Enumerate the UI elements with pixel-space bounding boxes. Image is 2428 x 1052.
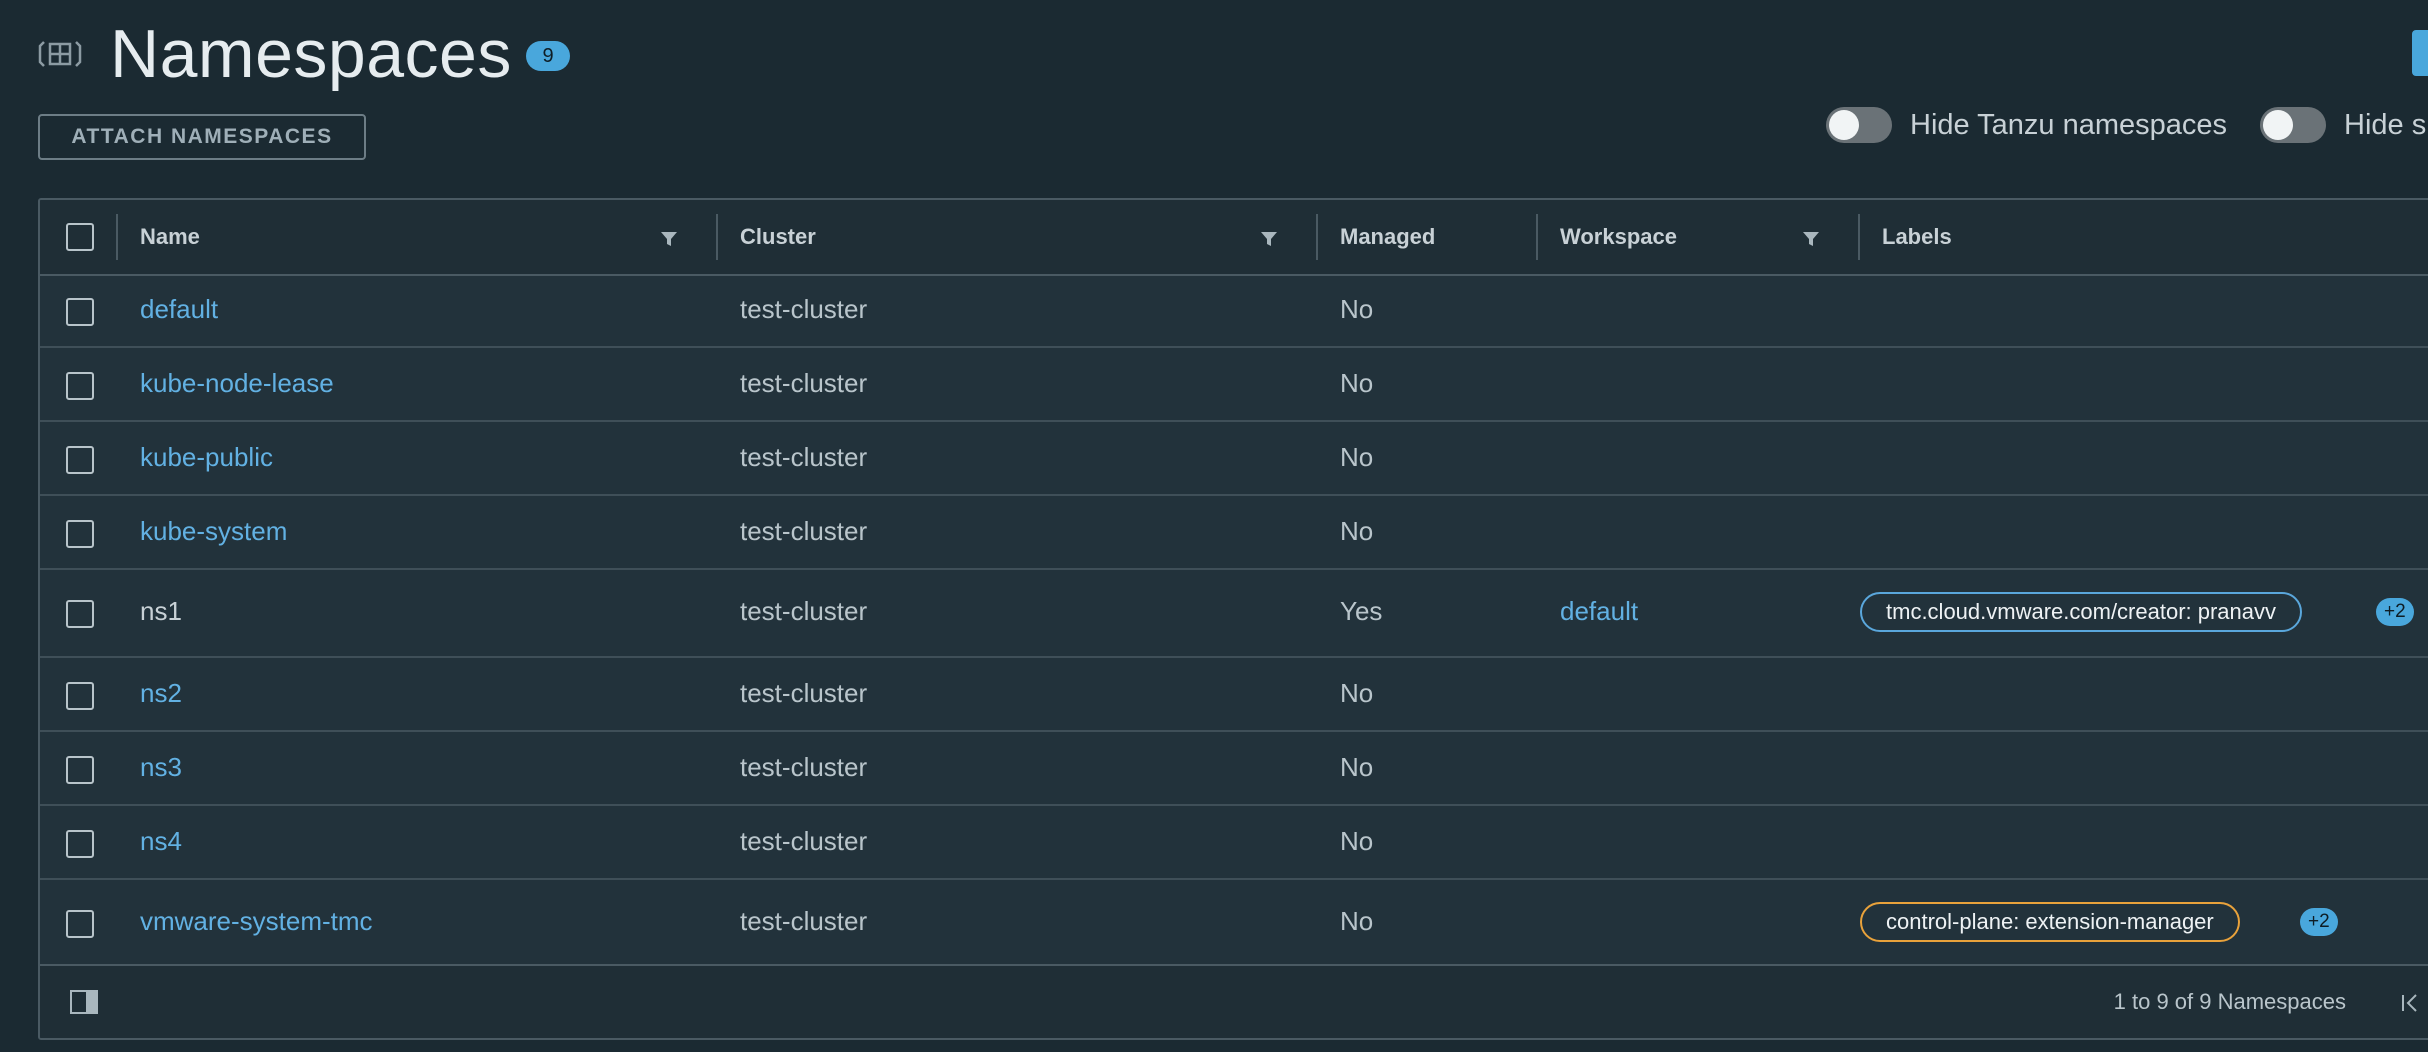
managed-cell: No bbox=[1340, 294, 1374, 324]
table-row: kube-node-lease test-cluster No bbox=[40, 348, 2428, 422]
namespace-name-link[interactable]: ns1 bbox=[140, 596, 182, 627]
managed-cell: No bbox=[1340, 826, 1374, 856]
managed-cell: No bbox=[1340, 368, 1374, 398]
row-checkbox[interactable] bbox=[66, 446, 94, 474]
label-pill: control-plane: extension-manager bbox=[1860, 902, 2240, 942]
row-checkbox[interactable] bbox=[66, 756, 94, 784]
table-row: ns1 test-cluster Yes default tmc.cloud.v… bbox=[40, 570, 2428, 658]
column-header-workspace[interactable]: Workspace bbox=[1560, 200, 1677, 274]
cluster-cell: test-cluster bbox=[740, 442, 868, 472]
cluster-cell: test-cluster bbox=[740, 906, 868, 936]
filter-icon[interactable] bbox=[660, 230, 678, 248]
toggle-knob bbox=[1829, 110, 1859, 140]
cluster-cell: test-cluster bbox=[740, 294, 868, 324]
column-separator bbox=[716, 214, 718, 260]
namespace-name-link[interactable]: ns3 bbox=[140, 752, 182, 783]
cluster-cell: test-cluster bbox=[740, 826, 868, 856]
primary-action-button[interactable] bbox=[2412, 30, 2428, 76]
column-separator bbox=[116, 214, 118, 260]
toggle-knob bbox=[2263, 110, 2293, 140]
managed-cell: No bbox=[1340, 906, 1374, 936]
hide-system-namespaces-label: Hide s bbox=[2344, 109, 2427, 141]
hide-system-namespaces-toggle[interactable] bbox=[2260, 107, 2326, 143]
table-header: Name Cluster Managed Workspace Labels bbox=[40, 200, 2428, 276]
managed-cell: No bbox=[1340, 752, 1374, 782]
column-separator bbox=[1536, 214, 1538, 260]
row-checkbox[interactable] bbox=[66, 910, 94, 938]
namespace-icon bbox=[38, 41, 82, 67]
managed-cell: No bbox=[1340, 516, 1374, 546]
cluster-cell: test-cluster bbox=[740, 752, 868, 782]
namespace-name-link[interactable]: vmware-system-tmc bbox=[140, 906, 373, 937]
column-header-name[interactable]: Name bbox=[140, 200, 200, 274]
column-header-labels[interactable]: Labels bbox=[1882, 200, 1952, 274]
row-checkbox[interactable] bbox=[66, 372, 94, 400]
cluster-cell: test-cluster bbox=[740, 596, 868, 626]
pagination-summary: 1 to 9 of 9 Namespaces bbox=[2113, 989, 2346, 1014]
namespace-name-link[interactable]: default bbox=[140, 294, 218, 325]
managed-cell: No bbox=[1340, 678, 1374, 708]
table-row: ns3 test-cluster No bbox=[40, 732, 2428, 806]
first-page-icon[interactable] bbox=[2400, 992, 2422, 1014]
more-labels-badge[interactable]: +2 bbox=[2300, 908, 2338, 936]
row-checkbox[interactable] bbox=[66, 520, 94, 548]
filter-icon[interactable] bbox=[1260, 230, 1278, 248]
table-row: kube-public test-cluster No bbox=[40, 422, 2428, 496]
hide-tanzu-namespaces-label: Hide Tanzu namespaces bbox=[1910, 109, 2228, 141]
namespace-name-link[interactable]: kube-node-lease bbox=[140, 368, 334, 399]
row-checkbox[interactable] bbox=[66, 682, 94, 710]
row-checkbox[interactable] bbox=[66, 298, 94, 326]
column-separator bbox=[1316, 214, 1318, 260]
select-all-checkbox[interactable] bbox=[66, 223, 94, 251]
attach-namespaces-button[interactable]: ATTACH NAMESPACES bbox=[38, 114, 366, 160]
namespace-name-link[interactable]: kube-public bbox=[140, 442, 273, 473]
hide-tanzu-namespaces-toggle[interactable] bbox=[1826, 107, 1892, 143]
namespaces-table: Name Cluster Managed Workspace Labels de… bbox=[38, 198, 2428, 1040]
cluster-cell: test-cluster bbox=[740, 368, 868, 398]
cluster-cell: test-cluster bbox=[740, 678, 868, 708]
cluster-cell: test-cluster bbox=[740, 516, 868, 546]
filter-icon[interactable] bbox=[1802, 230, 1820, 248]
namespace-name-link[interactable]: ns4 bbox=[140, 826, 182, 857]
managed-cell: No bbox=[1340, 442, 1374, 472]
namespace-count-badge: 9 bbox=[526, 41, 570, 71]
table-row: ns4 test-cluster No bbox=[40, 806, 2428, 880]
table-footer: 1 to 9 of 9 Namespaces bbox=[40, 964, 2428, 1038]
table-row: default test-cluster No bbox=[40, 274, 2428, 348]
table-row: kube-system test-cluster No bbox=[40, 496, 2428, 570]
column-header-managed[interactable]: Managed bbox=[1340, 200, 1435, 274]
label-pill: tmc.cloud.vmware.com/creator: pranavv bbox=[1860, 592, 2303, 632]
managed-cell: Yes bbox=[1340, 596, 1383, 626]
more-labels-badge[interactable]: +2 bbox=[2376, 598, 2414, 626]
column-header-cluster[interactable]: Cluster bbox=[740, 200, 816, 274]
namespace-name-link[interactable]: ns2 bbox=[140, 678, 182, 709]
row-checkbox[interactable] bbox=[66, 830, 94, 858]
column-separator bbox=[1858, 214, 1860, 260]
row-checkbox[interactable] bbox=[66, 600, 94, 628]
workspace-link[interactable]: default bbox=[1560, 596, 1638, 627]
table-row: vmware-system-tmc test-cluster No contro… bbox=[40, 880, 2428, 966]
page-title: Namespaces bbox=[110, 16, 512, 92]
namespace-name-link[interactable]: kube-system bbox=[140, 516, 287, 547]
table-row: ns2 test-cluster No bbox=[40, 658, 2428, 732]
column-toggle-icon[interactable] bbox=[70, 990, 98, 1014]
